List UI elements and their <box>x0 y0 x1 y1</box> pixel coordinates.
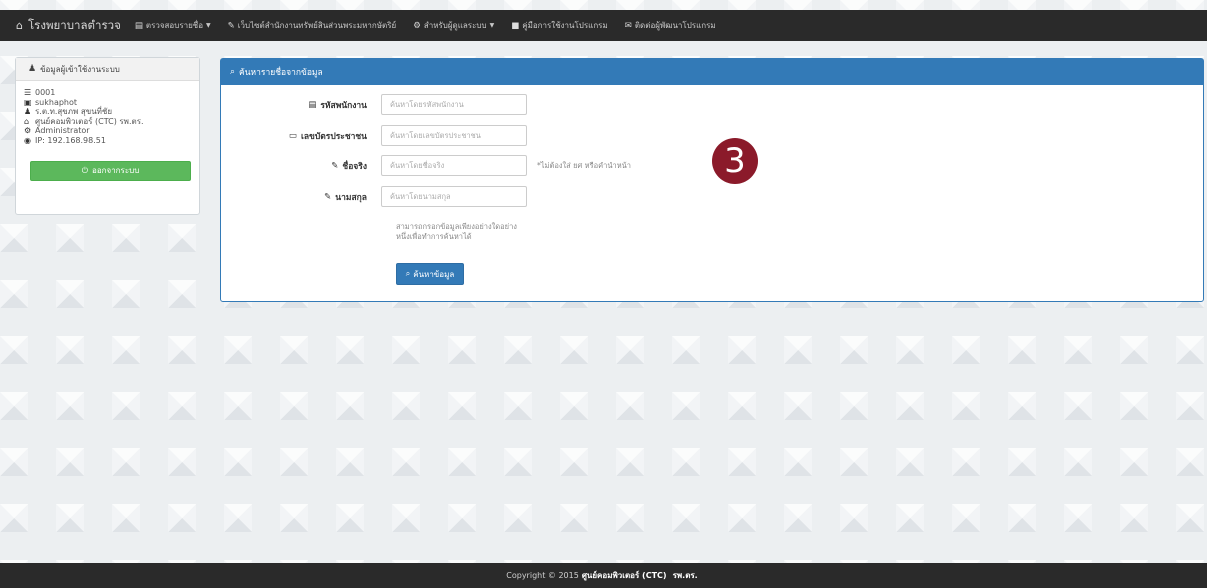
user-ip: IP: 192.168.98.51 <box>35 135 106 145</box>
folder-open-icon: ▤ <box>134 20 143 31</box>
last-name-row: ✎ นามสกุล <box>221 186 527 207</box>
footer-org: ศูนย์คอมพิวเตอร์ (CTC) <box>581 571 667 580</box>
last-name-label-text: นามสกุล <box>335 192 367 203</box>
employee-id-label: ▤ รหัสพนักงาน <box>221 98 381 112</box>
id-card-icon: ▤ <box>308 99 317 110</box>
user-icon: ♟ <box>28 64 37 74</box>
user-role: Administrator <box>35 126 90 136</box>
top-navbar: ⌂ โรงพยาบาลตำรวจ ▤ ตรวจสอบรายชื่อ ▼ ✎ เว… <box>0 10 1207 41</box>
user-fullname: ร.ต.ท.สุขภพ สุขนที่ชัย <box>35 107 113 117</box>
department-line: ⌂ ศูนย์คอมพิวเตอร์ (CTC) รพ.ตร. <box>24 117 199 127</box>
lock-icon: ▣ <box>24 97 32 107</box>
gear-icon: ⚙ <box>413 20 421 31</box>
nav-item-label: คู่มือการใช้งานโปรแกรม <box>522 21 608 30</box>
first-name-row: ✎ ชื่อจริง *ไม่ต้องใส่ ยศ หรือคำนำหน้า <box>221 155 631 176</box>
nav-item-check-names[interactable]: ▤ ตรวจสอบรายชื่อ ▼ <box>135 19 211 32</box>
nav-item-admin[interactable]: ⚙ สำหรับผู้ดูแลระบบ ▼ <box>413 19 494 32</box>
first-name-input[interactable] <box>381 155 527 176</box>
nav-item-label: ตรวจสอบรายชื่อ <box>145 21 204 30</box>
username-line: ▣ sukhaphot <box>24 98 199 108</box>
citizen-id-input[interactable] <box>381 125 527 146</box>
search-panel-title: ค้นหารายชื่อจากข้อมูล <box>239 68 323 78</box>
citizen-id-label: ▭ เลขบัตรประชาชน <box>221 129 381 143</box>
search-button-label: ค้นหาข้อมูล <box>413 269 455 279</box>
user-panel-body: ☰ 0001 ▣ sukhaphot ♟ ร.ต.ท.สุขภพ สุขนที่… <box>16 81 199 181</box>
last-name-input[interactable] <box>381 186 527 207</box>
search-note-line-1: สามารถกรอกข้อมูลเพียงอย่างใดอย่าง <box>396 222 517 231</box>
edit-icon: ✎ <box>331 160 339 171</box>
first-name-label-text: ชื่อจริง <box>342 161 367 172</box>
nav-item-manual[interactable]: ■ คู่มือการใช้งานโปรแกรม <box>511 19 608 32</box>
footer: Copyright © 2015 ศูนย์คอมพิวเตอร์ (CTC) … <box>0 563 1207 588</box>
home-icon: ⌂ <box>24 116 30 126</box>
user-panel-header: ♟ ข้อมูลผู้เข้าใช้งานระบบ <box>16 58 199 81</box>
search-icon: ⌕ <box>230 67 236 77</box>
footer-copyright: Copyright © 2015 <box>506 571 579 580</box>
brand-link[interactable]: ⌂ โรงพยาบาลตำรวจ <box>16 17 121 35</box>
brand-label: โรงพยาบาลตำรวจ <box>27 17 121 32</box>
employee-id-label-text: รหัสพนักงาน <box>320 100 367 111</box>
nav-item-label: ติดต่อผู้พัฒนาโปรแกรม <box>634 21 716 30</box>
ip-line: ◉ IP: 192.168.98.51 <box>24 136 199 146</box>
edit-icon: ✎ <box>324 191 332 202</box>
user-panel-title: ข้อมูลผู้เข้าใช้งานระบบ <box>40 64 120 74</box>
first-name-label: ✎ ชื่อจริง <box>221 159 381 173</box>
nav-item-label: เว็บไซต์สำนักงานทรัพย์สินส่วนพระมหากษัตร… <box>237 21 397 30</box>
search-panel: ⌕ ค้นหารายชื่อจากข้อมูล ▤ รหัสพนักงาน ▭ … <box>220 58 1204 302</box>
search-note-line-2: หนึ่งเพื่อทำการค้นหาได้ <box>396 232 472 241</box>
pencil-icon: ✎ <box>227 20 235 31</box>
user-department: ศูนย์คอมพิวเตอร์ (CTC) รพ.ตร. <box>35 116 144 126</box>
employee-id-input[interactable] <box>381 94 527 115</box>
fullname-line: ♟ ร.ต.ท.สุขภพ สุขนที่ชัย <box>24 107 199 117</box>
search-panel-header: ⌕ ค้นหารายชื่อจากข้อมูล <box>221 59 1203 85</box>
nav-item-label: สำหรับผู้ดูแลระบบ <box>423 21 487 30</box>
caret-down-icon: ▼ <box>206 22 211 29</box>
footer-suffix: รพ.ตร. <box>672 571 698 580</box>
gear-icon: ⚙ <box>24 126 32 136</box>
logout-button[interactable]: ⏻ ออกจากระบบ <box>30 160 191 181</box>
search-button[interactable]: ⌕ ค้นหาข้อมูล <box>396 263 464 285</box>
citizen-id-row: ▭ เลขบัตรประชาชน <box>221 125 527 146</box>
caret-down-icon: ▼ <box>489 22 495 29</box>
file-icon: ■ <box>511 20 520 31</box>
last-name-label: ✎ นามสกุล <box>221 190 381 204</box>
credit-card-icon: ▭ <box>288 130 297 141</box>
citizen-id-label-text: เลขบัตรประชาชน <box>300 131 367 142</box>
step-number-badge: 3 <box>712 138 758 184</box>
logout-label: ออกจากระบบ <box>92 166 140 176</box>
user-id-line: ☰ 0001 <box>24 88 199 98</box>
list-icon: ☰ <box>24 88 32 97</box>
user-id: 0001 <box>35 88 56 97</box>
nav-menu: ▤ ตรวจสอบรายชื่อ ▼ ✎ เว็บไซต์สำนักงานทรั… <box>135 19 733 32</box>
role-line: ⚙ Administrator <box>24 126 199 136</box>
user-info-panel: ♟ ข้อมูลผู้เข้าใช้งานระบบ ☰ 0001 ▣ sukha… <box>15 57 200 215</box>
nav-item-contact-developer[interactable]: ✉ ติดต่อผู้พัฒนาโปรแกรม <box>625 19 716 32</box>
username: sukhaphot <box>35 97 78 107</box>
search-icon: ⌕ <box>405 269 411 278</box>
power-icon: ⏻ <box>81 165 89 175</box>
search-note: สามารถกรอกข้อมูลเพียงอย่างใดอย่าง หนึ่งเ… <box>396 222 556 242</box>
eye-icon: ◉ <box>24 135 31 145</box>
nav-item-crown-property-site[interactable]: ✎ เว็บไซต์สำนักงานทรัพย์สินส่วนพระมหากษั… <box>228 19 397 32</box>
user-icon: ♟ <box>24 107 32 117</box>
envelope-icon: ✉ <box>624 20 632 31</box>
home-icon: ⌂ <box>16 19 23 32</box>
employee-id-row: ▤ รหัสพนักงาน <box>221 94 527 115</box>
first-name-hint: *ไม่ต้องใส่ ยศ หรือคำนำหน้า <box>537 160 631 170</box>
